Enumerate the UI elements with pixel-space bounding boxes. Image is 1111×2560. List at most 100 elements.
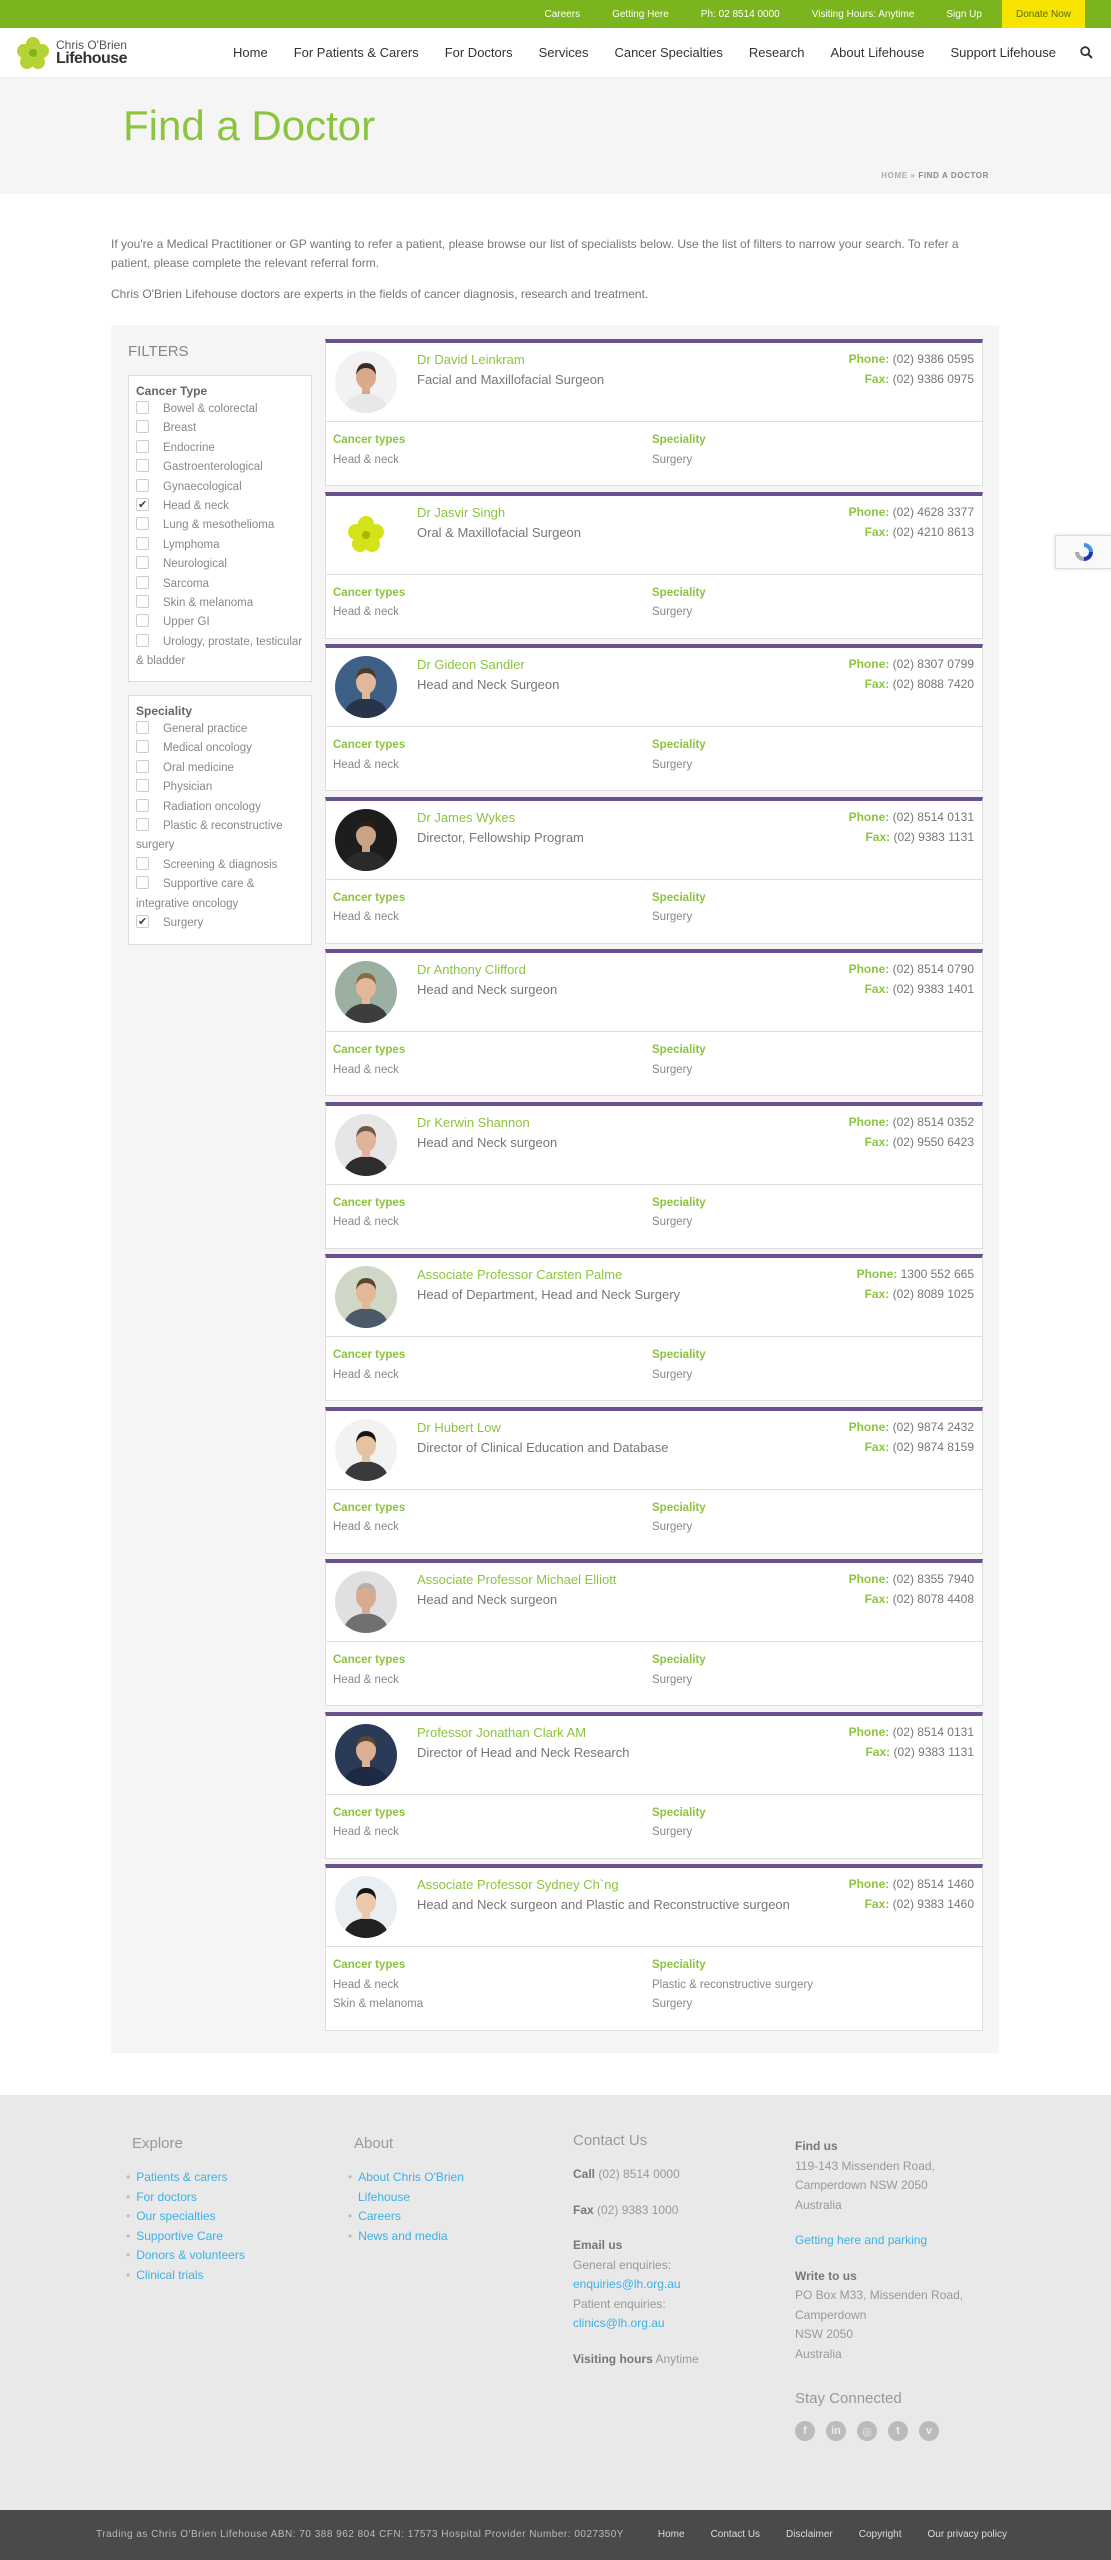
phone-number[interactable]: (02) 8307 0799 (893, 657, 974, 671)
checkbox[interactable] (136, 721, 149, 734)
facebook-icon[interactable]: f (795, 2421, 815, 2441)
linkedin-icon[interactable]: in (826, 2421, 846, 2441)
footer-link-supportive-care[interactable]: Supportive Care (132, 2227, 312, 2247)
cancer-type-option[interactable]: Upper GI (136, 613, 304, 632)
doctor-name[interactable]: Associate Professor Michael Elliott (417, 1572, 616, 1587)
legal-link-home[interactable]: Home (658, 2529, 685, 2540)
speciality-option[interactable]: Medical oncology (136, 739, 304, 758)
phone-number[interactable]: 1300 552 665 (901, 1267, 974, 1281)
speciality-option[interactable]: Physician (136, 778, 304, 797)
topbar-link-phone[interactable]: Ph: 02 8514 0000 (685, 9, 796, 20)
footer-link-patients[interactable]: Patients & carers (132, 2168, 312, 2188)
footer-call-number[interactable]: (02) 8514 0000 (598, 2167, 679, 2181)
doctor-card[interactable]: Dr Jasvir Singh Oral & Maxillofacial Surg… (325, 491, 983, 639)
footer-link-careers[interactable]: Careers (354, 2207, 484, 2227)
speciality-option[interactable]: Screening & diagnosis (136, 856, 304, 875)
phone-number[interactable]: (02) 8355 7940 (893, 1572, 974, 1586)
legal-link-copyright[interactable]: Copyright (859, 2529, 902, 2540)
nav-about-lifehouse[interactable]: About Lifehouse (817, 45, 937, 60)
checkbox[interactable] (136, 856, 149, 870)
checkbox[interactable] (136, 740, 149, 754)
doctor-name[interactable]: Professor Jonathan Clark AM (417, 1725, 586, 1740)
nav-patients-carers[interactable]: For Patients & Carers (281, 45, 432, 60)
doctor-name[interactable]: Dr Gideon Sandler (417, 657, 525, 672)
footer-link-news[interactable]: News and media (354, 2227, 484, 2247)
checkbox[interactable] (136, 818, 149, 832)
checkbox[interactable] (136, 876, 149, 890)
checkbox[interactable] (136, 779, 149, 793)
footer-parking-link[interactable]: Getting here and parking (795, 2231, 995, 2251)
nav-for-doctors[interactable]: For Doctors (432, 45, 526, 60)
phone-number[interactable]: (02) 8514 0790 (893, 962, 974, 976)
doctor-card[interactable]: Professor Jonathan Clark AM Director of H… (325, 1711, 983, 1859)
phone-number[interactable]: (02) 9874 2432 (893, 1420, 974, 1434)
footer-link-donors[interactable]: Donors & volunteers (132, 2246, 312, 2266)
checkbox[interactable] (136, 759, 149, 773)
footer-link-about[interactable]: About Chris O'Brien Lifehouse (354, 2168, 484, 2207)
legal-link-privacy[interactable]: Our privacy policy (928, 2529, 1007, 2540)
cancer-type-option[interactable]: Urology, prostate, testicular & bladder (136, 633, 304, 672)
checkbox[interactable] (136, 556, 149, 570)
breadcrumb-home[interactable]: HOME (881, 171, 907, 180)
footer-link-doctors[interactable]: For doctors (132, 2188, 312, 2208)
nav-cancer-specialties[interactable]: Cancer Specialties (601, 45, 735, 60)
doctor-card[interactable]: Dr Kerwin Shannon Head and Neck surgeon Ph… (325, 1101, 983, 1249)
speciality-option[interactable]: Radiation oncology (136, 798, 304, 817)
doctor-card[interactable]: Dr James Wykes Director, Fellowship Progr… (325, 796, 983, 944)
doctor-name[interactable]: Associate Professor Carsten Palme (417, 1267, 622, 1282)
phone-number[interactable]: (02) 8514 0131 (893, 1725, 974, 1739)
nav-research[interactable]: Research (736, 45, 818, 60)
donate-button[interactable]: Donate Now (1001, 0, 1085, 28)
checkbox[interactable] (136, 913, 149, 932)
footer-general-email[interactable]: enquiries@lh.org.au (573, 2275, 753, 2295)
doctor-card[interactable]: Associate Professor Sydney Ch`ng Head and… (325, 1864, 983, 2031)
doctor-name[interactable]: Dr Hubert Low (417, 1420, 501, 1435)
doctor-card[interactable]: Dr Anthony Clifford Head and Neck surgeon… (325, 949, 983, 1096)
footer-patient-email[interactable]: clinics@lh.org.au (573, 2314, 753, 2334)
topbar-link-sign-up[interactable]: Sign Up (930, 9, 998, 20)
checkbox[interactable] (136, 420, 149, 434)
nav-home[interactable]: Home (220, 45, 281, 60)
checkbox[interactable] (136, 633, 149, 647)
phone-number[interactable]: (02) 8514 0352 (893, 1115, 974, 1129)
nav-support-lifehouse[interactable]: Support Lifehouse (937, 45, 1069, 60)
cancer-type-option[interactable]: Gynaecological (136, 478, 304, 497)
doctor-name[interactable]: Dr Kerwin Shannon (417, 1115, 530, 1130)
cancer-type-option[interactable]: Lymphoma (136, 536, 304, 555)
recaptcha-badge[interactable] (1055, 535, 1111, 569)
doctor-card[interactable]: Dr Hubert Low Director of Clinical Educat… (325, 1406, 983, 1554)
topbar-link-visiting-hours[interactable]: Visiting Hours: Anytime (796, 9, 931, 20)
topbar-link-careers[interactable]: Careers (529, 9, 597, 20)
search-button[interactable] (1077, 43, 1097, 63)
cancer-type-option[interactable]: Head & neck (136, 496, 304, 516)
doctor-name[interactable]: Dr Jasvir Singh (417, 505, 505, 520)
doctor-card[interactable]: Associate Professor Michael Elliott Head … (325, 1559, 983, 1706)
doctor-card[interactable]: Dr David Leinkram Facial and Maxillofacia… (325, 339, 983, 486)
legal-link-contact[interactable]: Contact Us (711, 2529, 760, 2540)
checkbox[interactable] (136, 439, 149, 453)
cancer-type-option[interactable]: Bowel & colorectal (136, 400, 304, 419)
checkbox[interactable] (136, 595, 149, 609)
checkbox[interactable] (136, 798, 149, 812)
doctor-card[interactable]: Associate Professor Carsten Palme Head of… (325, 1254, 983, 1401)
speciality-option[interactable]: Surgery (136, 913, 304, 933)
site-logo[interactable]: Chris O'Brien Lifehouse (16, 36, 206, 70)
speciality-option[interactable]: Oral medicine (136, 759, 304, 778)
doctor-name[interactable]: Dr Anthony Clifford (417, 962, 526, 977)
cancer-type-option[interactable]: Sarcoma (136, 575, 304, 594)
checkbox[interactable] (136, 575, 149, 589)
speciality-option[interactable]: Plastic & reconstructive surgery (136, 817, 304, 856)
checkbox[interactable] (136, 614, 149, 628)
checkbox[interactable] (136, 478, 149, 492)
doctor-card[interactable]: Dr Gideon Sandler Head and Neck Surgeon Ph… (325, 644, 983, 791)
cancer-type-option[interactable]: Neurological (136, 555, 304, 574)
speciality-option[interactable]: General practice (136, 720, 304, 739)
phone-number[interactable]: (02) 8514 1460 (893, 1877, 974, 1891)
topbar-link-getting-here[interactable]: Getting Here (596, 9, 685, 20)
checkbox[interactable] (136, 459, 149, 473)
doctor-name[interactable]: Associate Professor Sydney Ch`ng (417, 1877, 619, 1892)
speciality-option[interactable]: Supportive care & integrative oncology (136, 875, 304, 914)
cancer-type-option[interactable]: Endocrine (136, 439, 304, 458)
doctor-name[interactable]: Dr James Wykes (417, 810, 515, 825)
checkbox[interactable] (136, 517, 149, 531)
